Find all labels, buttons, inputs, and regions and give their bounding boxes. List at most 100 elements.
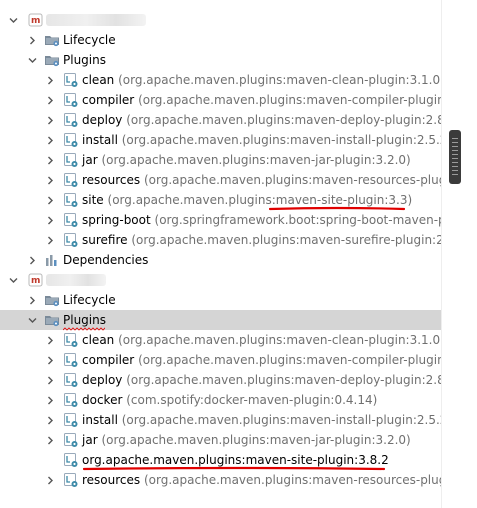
node-name: Plugins xyxy=(63,53,106,67)
maven-project-icon: m xyxy=(28,272,44,288)
node-name: Lifecycle xyxy=(63,33,116,47)
lifecycle-node[interactable]: Lifecycle xyxy=(0,290,441,310)
plugin-item[interactable]: clean (org.apache.maven.plugins:maven-cl… xyxy=(0,330,441,350)
chevron-right-icon[interactable] xyxy=(46,156,55,165)
chevron-right-icon[interactable] xyxy=(46,216,55,225)
chevron-right-icon[interactable] xyxy=(46,356,55,365)
plugin-icon xyxy=(63,152,79,168)
plugin-coordinates: (org.springframework.boot:spring-boot-ma… xyxy=(154,213,441,227)
chevron-right-icon[interactable] xyxy=(46,116,55,125)
plugin-icon xyxy=(63,352,79,368)
project-node[interactable]: m xyxy=(0,270,441,290)
plugin-coordinates: (org.apache.maven.plugins:maven-compiler… xyxy=(138,353,441,367)
plugin-coordinates: (org.apache.maven.plugins:maven-jar-plug… xyxy=(101,153,411,167)
scrollbar-thumb[interactable] xyxy=(449,130,461,184)
lifecycle-node[interactable]: Lifecycle xyxy=(0,30,441,50)
vertical-scrollbar[interactable] xyxy=(441,0,477,508)
node-label: deploy (org.apache.maven.plugins:maven-d… xyxy=(82,372,441,388)
folder-icon xyxy=(44,312,60,328)
svg-text:m: m xyxy=(31,16,40,26)
plugin-icon xyxy=(63,412,79,428)
dependencies-node[interactable]: Dependencies xyxy=(0,250,441,270)
node-label: spring-boot (org.springframework.boot:sp… xyxy=(82,212,441,228)
svg-text:m: m xyxy=(31,276,40,286)
plugin-item[interactable]: resources (org.apache.maven.plugins:mave… xyxy=(0,470,441,490)
plugin-coordinates: (org.apache.maven.plugins:maven-install-… xyxy=(121,413,441,427)
plugin-item[interactable]: install (org.apache.maven.plugins:maven-… xyxy=(0,130,441,150)
chevron-right-icon[interactable] xyxy=(46,236,55,245)
maven-project-icon: m xyxy=(28,12,44,28)
plugin-item[interactable]: spring-boot (org.springframework.boot:sp… xyxy=(0,210,441,230)
node-name: jar xyxy=(82,433,98,447)
folder-icon xyxy=(44,32,60,48)
plugin-icon xyxy=(63,452,79,468)
chevron-right-icon[interactable] xyxy=(46,396,55,405)
project-node[interactable]: m xyxy=(0,10,441,30)
chevron-down-icon[interactable] xyxy=(28,316,37,325)
plugin-item[interactable]: compiler (org.apache.maven.plugins:maven… xyxy=(0,90,441,110)
node-name: clean xyxy=(82,73,115,87)
plugin-coordinates: (org.apache.maven.plugins:maven-site-plu… xyxy=(107,193,413,207)
plugin-icon xyxy=(63,332,79,348)
plugin-icon xyxy=(63,72,79,88)
node-name: install xyxy=(82,133,118,147)
chevron-right-icon[interactable] xyxy=(28,36,37,45)
node-label: clean (org.apache.maven.plugins:maven-cl… xyxy=(82,332,441,348)
chevron-right-icon[interactable] xyxy=(46,76,55,85)
plugin-item[interactable]: compiler (org.apache.maven.plugins:maven… xyxy=(0,350,441,370)
plugins-node[interactable]: Plugins xyxy=(0,50,441,70)
plugin-item[interactable]: deploy (org.apache.maven.plugins:maven-d… xyxy=(0,370,441,390)
chevron-right-icon[interactable] xyxy=(28,296,37,305)
chevron-right-icon[interactable] xyxy=(46,436,55,445)
chevron-right-icon[interactable] xyxy=(46,416,55,425)
plugin-coordinates: (org.apache.maven.plugins:maven-resource… xyxy=(143,173,441,187)
chevron-right-icon[interactable] xyxy=(46,176,55,185)
redacted-project-name xyxy=(46,274,106,286)
node-name: jar xyxy=(82,153,98,167)
plugin-icon xyxy=(63,212,79,228)
plugins-label: Plugins xyxy=(63,52,106,68)
chevron-right-icon[interactable] xyxy=(46,96,55,105)
folder-icon xyxy=(44,52,60,68)
folder-icon xyxy=(44,292,60,308)
node-name: site xyxy=(82,193,104,207)
plugin-item[interactable]: resources (org.apache.maven.plugins:mave… xyxy=(0,170,441,190)
chevron-right-icon[interactable] xyxy=(46,196,55,205)
plugin-coordinates: (org.apache.maven.plugins:maven-clean-pl… xyxy=(118,73,441,87)
chevron-right-icon[interactable] xyxy=(46,136,55,145)
node-label: compiler (org.apache.maven.plugins:maven… xyxy=(82,92,441,108)
chevron-down-icon[interactable] xyxy=(28,56,37,65)
node-label: clean (org.apache.maven.plugins:maven-cl… xyxy=(82,72,441,88)
plugin-item[interactable]: clean (org.apache.maven.plugins:maven-cl… xyxy=(0,70,441,90)
plugin-icon xyxy=(63,172,79,188)
plugin-icon xyxy=(63,92,79,108)
redacted-project-name xyxy=(46,14,146,26)
plugin-item[interactable]: jar (org.apache.maven.plugins:maven-jar-… xyxy=(0,150,441,170)
plugin-item[interactable]: install (org.apache.maven.plugins:maven-… xyxy=(0,410,441,430)
lifecycle-label: Lifecycle xyxy=(63,292,116,308)
plugin-item[interactable]: surefire (org.apache.maven.plugins:maven… xyxy=(0,230,441,250)
plugin-item[interactable]: docker (com.spotify:docker-maven-plugin:… xyxy=(0,390,441,410)
chevron-down-icon[interactable] xyxy=(9,276,18,285)
chevron-right-icon[interactable] xyxy=(46,476,55,485)
node-name: org.apache.maven.plugins:maven-site-plug… xyxy=(82,453,389,467)
chevron-right-icon[interactable] xyxy=(46,376,55,385)
chevron-down-icon[interactable] xyxy=(9,16,18,25)
spellcheck-squiggle xyxy=(63,327,105,331)
plugin-coordinates: (org.apache.maven.plugins:maven-jar-plug… xyxy=(101,433,411,447)
node-name: clean xyxy=(82,333,115,347)
plugin-coordinates: (com.spotify:docker-maven-plugin:0.4.14) xyxy=(126,393,378,407)
plugin-icon xyxy=(63,112,79,128)
plugin-item[interactable]: jar (org.apache.maven.plugins:maven-jar-… xyxy=(0,430,441,450)
plugin-coordinates: (org.apache.maven.plugins:maven-compiler… xyxy=(138,93,441,107)
plugin-icon xyxy=(63,472,79,488)
node-label: compiler (org.apache.maven.plugins:maven… xyxy=(82,352,441,368)
plugin-coordinates: (org.apache.maven.plugins:maven-install-… xyxy=(121,133,441,147)
dependencies-label: Dependencies xyxy=(63,252,148,268)
plugins-label: Plugins xyxy=(63,312,106,328)
node-label: docker (com.spotify:docker-maven-plugin:… xyxy=(82,392,377,408)
chevron-right-icon[interactable] xyxy=(46,336,55,345)
node-name: resources xyxy=(82,473,141,487)
plugin-item[interactable]: deploy (org.apache.maven.plugins:maven-d… xyxy=(0,110,441,130)
chevron-right-icon[interactable] xyxy=(28,256,37,265)
